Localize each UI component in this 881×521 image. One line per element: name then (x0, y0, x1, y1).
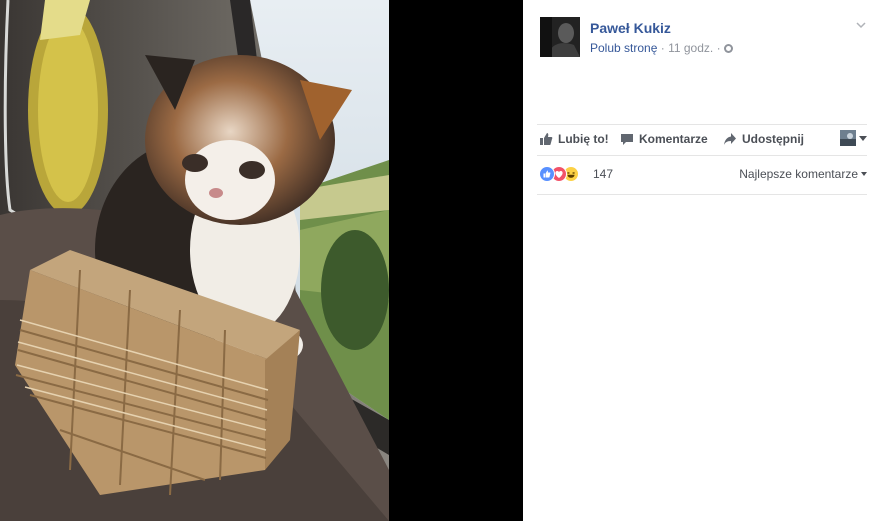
chevron-down-icon[interactable] (855, 18, 867, 30)
page-avatar[interactable] (540, 17, 580, 57)
comment-button-label: Komentarze (639, 132, 708, 146)
actor-avatar (840, 130, 856, 146)
reactions-row: 147 Najlepsze komentarze (537, 156, 867, 195)
post-photo[interactable] (0, 0, 389, 521)
speech-bubble-icon (621, 134, 633, 145)
post-meta: Polub stronę · 11 godz. · (590, 41, 733, 55)
share-button[interactable]: Udostępnij (723, 132, 804, 146)
globe-icon[interactable] (723, 44, 733, 53)
caret-down-icon (859, 135, 867, 141)
comment-button[interactable]: Komentarze (620, 132, 708, 146)
post-sidebar: Paweł Kukiz Polub stronę · 11 godz. · Lu… (523, 0, 881, 521)
post-timestamp[interactable]: 11 godz. (668, 41, 713, 55)
post-actions-bar: Lubię to! Komentarze Udostępnij (537, 124, 867, 156)
share-button-label: Udostępnij (742, 132, 804, 146)
like-button[interactable]: Lubię to! (539, 132, 609, 146)
reaction-icons[interactable] (539, 166, 589, 182)
post-header: Paweł Kukiz Polub stronę · 11 godz. · (523, 0, 881, 120)
page-name-link[interactable]: Paweł Kukiz (590, 20, 671, 36)
photo-viewer (0, 0, 523, 521)
post-as-selector[interactable] (840, 130, 867, 146)
share-arrow-icon (724, 133, 736, 145)
comment-sort-label: Najlepsze komentarze (739, 167, 858, 181)
thumbs-up-icon (540, 133, 553, 145)
meta-separator: · (716, 41, 721, 55)
reaction-count[interactable]: 147 (593, 167, 613, 181)
caret-down-icon (861, 172, 867, 176)
like-button-label: Lubię to! (558, 132, 609, 146)
comment-sort-dropdown[interactable]: Najlepsze komentarze (739, 167, 867, 181)
like-reaction-icon (539, 166, 555, 182)
like-page-link[interactable]: Polub stronę (590, 41, 657, 55)
meta-separator: · (660, 41, 665, 55)
